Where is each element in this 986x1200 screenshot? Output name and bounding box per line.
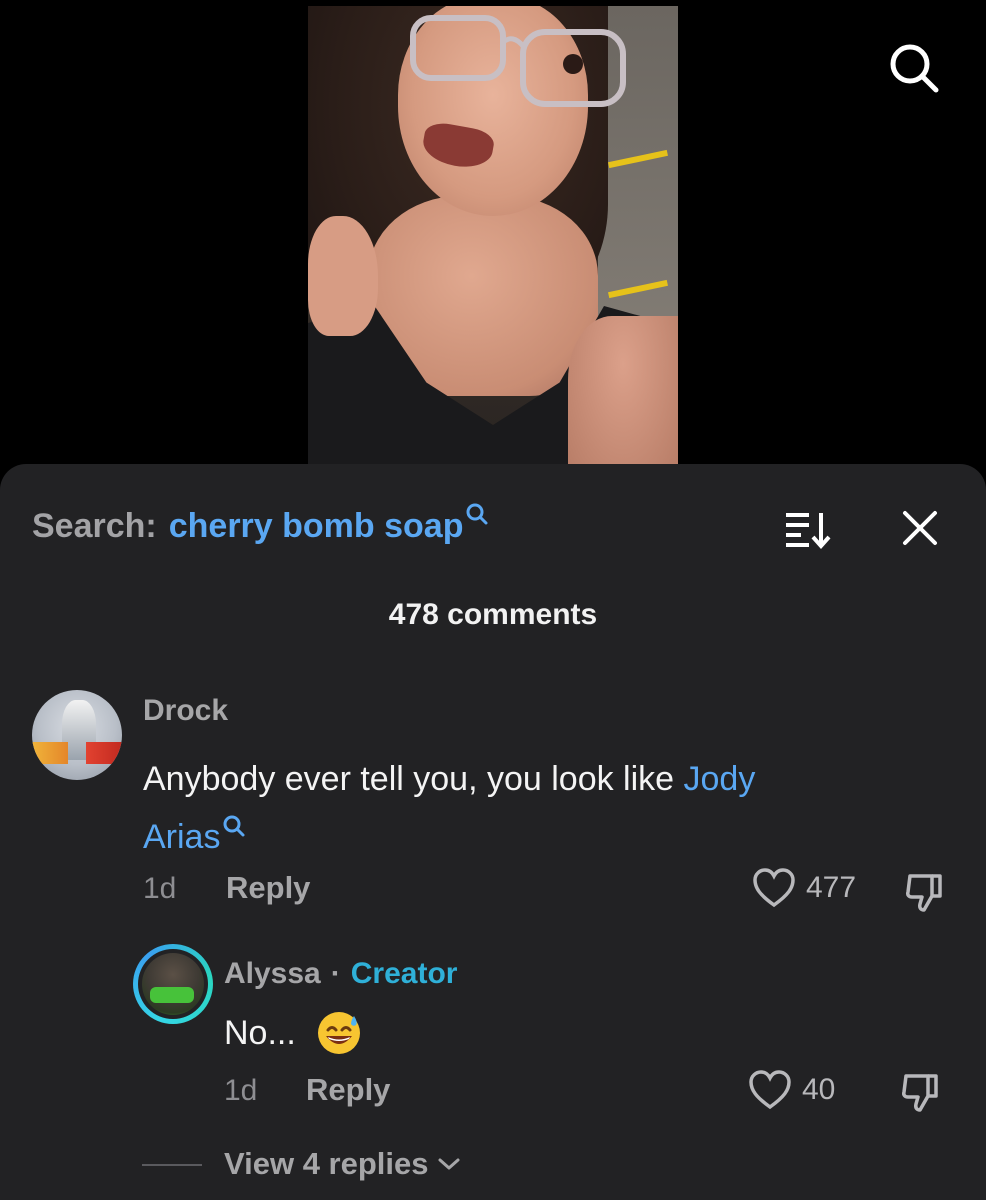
sort-icon (786, 513, 831, 549)
comment-link-word: Arias (143, 818, 221, 856)
creator-avatar[interactable] (133, 944, 213, 1024)
video-subject-arm (568, 316, 678, 464)
chevron-down-icon (438, 1158, 459, 1170)
comment-author[interactable]: Drock (143, 694, 228, 728)
sweat-smile-emoji-icon (317, 1012, 360, 1054)
glasses-graphic (410, 15, 626, 107)
comment-body: Anybody ever tell you, you look like (143, 760, 684, 798)
avatar[interactable] (32, 690, 122, 780)
sort-button[interactable] (782, 508, 832, 550)
reply-author[interactable]: Alyssa (224, 957, 321, 990)
close-button[interactable] (896, 504, 944, 552)
search-icon (223, 815, 245, 837)
comment-text: Anybody ever tell you, you look like Jod… (143, 750, 903, 866)
view-replies-label: View 4 replies (224, 1146, 429, 1181)
search-suggestion[interactable]: Search: cherry bomb soap (32, 502, 489, 550)
video-subject-hand (308, 216, 378, 336)
divider (142, 1164, 202, 1166)
comment-link-word: Jody (683, 760, 756, 798)
comments-sheet: Search: cherry bomb soap 478 comments Dr… (0, 464, 986, 1200)
avatar-bike (150, 987, 194, 1003)
avatar-logo (32, 742, 122, 764)
view-replies-button[interactable]: View 4 replies (224, 1146, 461, 1182)
video-thumbnail (308, 6, 678, 464)
dislike-button[interactable] (896, 1068, 944, 1116)
search-button[interactable] (884, 38, 944, 98)
reply-text: No... (224, 1010, 362, 1056)
search-query-link[interactable]: cherry bomb soap (169, 507, 464, 546)
video-player[interactable] (0, 0, 986, 464)
thumbs-down-icon (902, 1074, 938, 1112)
search-icon (890, 44, 939, 93)
creator-badge: Creator (350, 957, 458, 990)
heart-icon (749, 1070, 791, 1110)
reply-button[interactable]: Reply (226, 870, 310, 906)
like-count: 477 (806, 871, 857, 904)
search-icon (466, 503, 488, 525)
comment-timestamp: 1d (143, 872, 177, 905)
separator-dot: · (330, 957, 341, 990)
heart-icon (753, 868, 795, 908)
avatar-photo (142, 953, 204, 1015)
search-prefix-label: Search: (32, 506, 157, 545)
reply-body: No... (224, 1013, 296, 1052)
reply-author-line: Alyssa · Creator (224, 957, 457, 991)
comments-count: 478 comments (388, 598, 598, 631)
like-button[interactable]: 477 (752, 868, 856, 908)
like-button[interactable]: 40 (748, 1070, 835, 1110)
thumbs-down-icon (906, 874, 942, 912)
like-count: 40 (802, 1073, 836, 1106)
close-icon (903, 511, 937, 545)
reply-timestamp: 1d (224, 1074, 258, 1107)
reply-button[interactable]: Reply (306, 1072, 390, 1108)
dislike-button[interactable] (900, 868, 948, 916)
avatar-ring (138, 949, 208, 1019)
